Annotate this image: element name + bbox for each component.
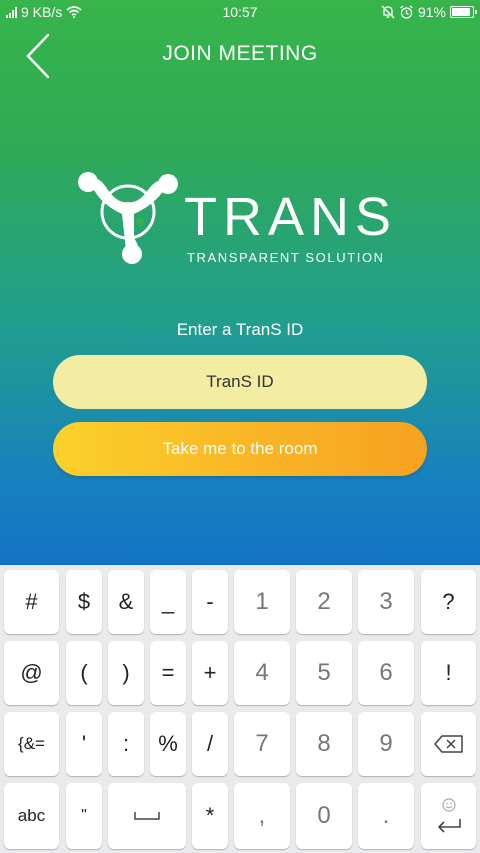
key-period[interactable]: . <box>358 783 414 849</box>
key-hash[interactable]: # <box>4 570 59 634</box>
key-6[interactable]: 6 <box>358 641 414 705</box>
key-more-symbols[interactable]: {&= <box>4 712 59 776</box>
mute-bell-icon <box>381 5 395 19</box>
key-double-quote[interactable]: " <box>66 783 102 849</box>
key-minus[interactable]: - <box>192 570 228 634</box>
key-colon[interactable]: : <box>108 712 144 776</box>
key-at[interactable]: @ <box>4 641 59 705</box>
brand-tagline: TRANSPARENT SOLUTION <box>187 250 385 265</box>
brand-wordmark: TRANS <box>184 187 398 247</box>
key-ampersand[interactable]: & <box>108 570 144 634</box>
key-4[interactable]: 4 <box>234 641 290 705</box>
key-open-paren[interactable]: ( <box>66 641 102 705</box>
trans-logo: TRANS TRANSPARENT SOLUTION <box>78 172 408 268</box>
key-comma[interactable]: , <box>234 783 290 849</box>
battery-icon <box>450 6 477 18</box>
battery-percent: 91% <box>417 4 446 20</box>
key-3[interactable]: 3 <box>358 570 414 634</box>
key-percent[interactable]: % <box>150 712 186 776</box>
key-dollar[interactable]: $ <box>66 570 102 634</box>
trans-id-prompt: Enter a TranS ID <box>176 320 304 339</box>
key-0[interactable]: 0 <box>296 783 352 849</box>
key-8[interactable]: 8 <box>296 712 352 776</box>
enter-icon <box>437 819 461 833</box>
backspace-icon <box>433 735 463 753</box>
key-5[interactable]: 5 <box>296 641 352 705</box>
key-exclamation[interactable]: ! <box>421 641 476 705</box>
emoji-icon <box>441 798 456 812</box>
key-2[interactable]: 2 <box>296 570 352 634</box>
key-underscore[interactable]: _ <box>150 570 186 634</box>
enter-key[interactable] <box>421 783 476 849</box>
key-9[interactable]: 9 <box>358 712 414 776</box>
backspace-key[interactable] <box>421 712 476 776</box>
status-right: 91% <box>381 0 477 24</box>
key-asterisk[interactable]: * <box>192 783 228 849</box>
key-abc[interactable]: abc <box>4 783 59 849</box>
key-equals[interactable]: = <box>150 641 186 705</box>
battery-fill <box>452 8 471 16</box>
key-apostrophe[interactable]: ' <box>66 712 102 776</box>
app-screen: 9 KB/s 10:57 91% JOIN MEETING TRANS TRAN… <box>0 0 480 565</box>
trans-id-input[interactable] <box>53 355 427 409</box>
symbol-keyboard: # $ & _ - 1 2 3 ? @ ( ) = + 4 5 6 ! {&= … <box>0 565 480 853</box>
key-7[interactable]: 7 <box>234 712 290 776</box>
space-key[interactable] <box>108 783 186 849</box>
status-bar: 9 KB/s 10:57 91% <box>0 0 480 24</box>
take-me-to-room-button[interactable]: Take me to the room <box>53 422 427 476</box>
page-title: JOIN MEETING <box>162 42 318 65</box>
trans-logo-mark-icon <box>78 172 178 264</box>
space-icon <box>134 812 160 820</box>
alarm-icon <box>400 4 413 19</box>
key-question[interactable]: ? <box>421 570 476 634</box>
key-slash[interactable]: / <box>192 712 228 776</box>
key-close-paren[interactable]: ) <box>108 641 144 705</box>
key-plus[interactable]: + <box>192 641 228 705</box>
key-1[interactable]: 1 <box>234 570 290 634</box>
